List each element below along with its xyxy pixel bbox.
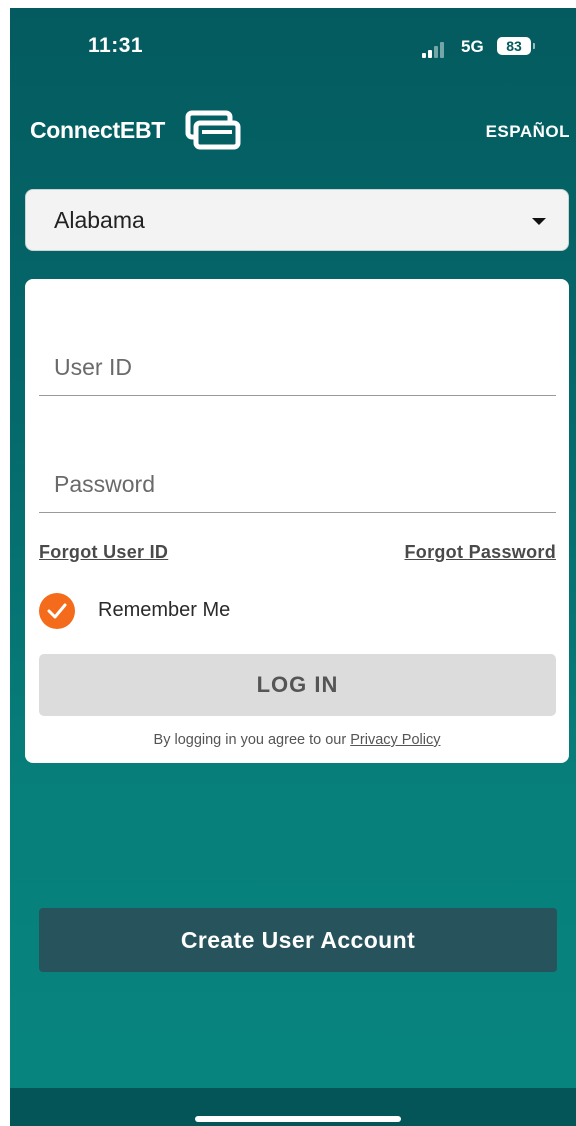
agree-text: By logging in you agree to our <box>153 732 347 748</box>
status-bar: 11:31 5G 83 <box>10 8 576 86</box>
card-stack-icon <box>185 110 241 150</box>
state-select-value: Alabama <box>54 207 145 233</box>
state-select[interactable]: Alabama <box>25 189 569 251</box>
create-user-account-button[interactable]: Create User Account <box>39 908 557 972</box>
network-label: 5G <box>461 37 484 56</box>
brand-name: ConnectEBT <box>30 117 166 143</box>
signal-bars-icon <box>422 42 452 58</box>
login-button[interactable]: LOG IN <box>39 654 556 716</box>
app-screen: 11:31 5G 83 ConnectEBT ESPAÑOL Alabama F… <box>10 8 576 1126</box>
remember-me-checkbox[interactable] <box>39 593 75 629</box>
language-toggle-link[interactable]: ESPAÑOL <box>486 122 570 142</box>
caret-down-icon <box>532 218 546 225</box>
user-id-input[interactable] <box>39 340 556 396</box>
password-input[interactable] <box>39 457 556 513</box>
remember-me-row[interactable]: Remember Me <box>39 593 339 629</box>
agree-text-row: By logging in you agree to our Privacy P… <box>25 732 569 748</box>
battery-icon: 83 <box>497 37 531 55</box>
battery-tip <box>533 43 535 49</box>
forgot-password-link[interactable]: Forgot Password <box>404 542 556 563</box>
remember-me-label: Remember Me <box>98 599 231 621</box>
login-card: Forgot User ID Forgot Password Remember … <box>25 279 569 763</box>
bottom-bar <box>10 1088 576 1126</box>
header: ConnectEBT ESPAÑOL <box>10 108 576 156</box>
checkmark-icon <box>47 603 67 619</box>
status-time: 11:31 <box>88 34 144 57</box>
forgot-user-id-link[interactable]: Forgot User ID <box>39 542 168 563</box>
privacy-policy-link[interactable]: Privacy Policy <box>350 732 440 748</box>
home-indicator[interactable] <box>195 1116 401 1122</box>
user-id-field-wrapper <box>39 340 556 400</box>
password-field-wrapper <box>39 457 556 517</box>
